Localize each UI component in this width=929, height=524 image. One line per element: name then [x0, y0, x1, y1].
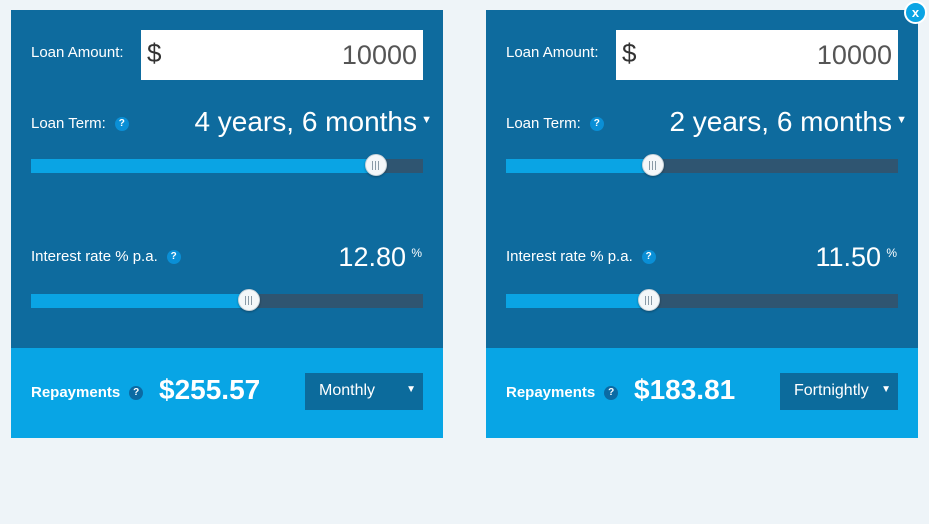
- loan-calculator-left: Loan Amount: $ Loan Term: ? 4 years, 6 m…: [11, 10, 443, 438]
- help-icon[interactable]: ?: [114, 116, 129, 131]
- loan-term-value[interactable]: 2 years, 6 months: [669, 106, 892, 138]
- help-icon[interactable]: ?: [166, 249, 181, 264]
- loan-term-slider-fill: [506, 159, 653, 173]
- loan-term-label: Loan Term: ?: [31, 115, 129, 132]
- loan-amount-input[interactable]: [171, 30, 417, 80]
- frequency-select[interactable]: Fortnightly ▼: [780, 373, 898, 410]
- help-icon[interactable]: ?: [589, 116, 604, 131]
- loan-term-slider-fill: [31, 159, 376, 173]
- loan-term-slider[interactable]: [506, 154, 898, 176]
- repayments-label: Repayments ?: [506, 384, 619, 401]
- loan-term-slider[interactable]: [31, 154, 423, 176]
- loan-amount-input[interactable]: [646, 30, 892, 80]
- loan-amount-label: Loan Amount:: [31, 44, 124, 61]
- close-button[interactable]: x: [904, 1, 927, 24]
- loan-term-slider-handle[interactable]: [642, 154, 664, 176]
- frequency-selected-value: Monthly: [319, 382, 376, 399]
- interest-rate-label: Interest rate % p.a. ?: [31, 248, 181, 265]
- loan-amount-label: Loan Amount:: [506, 44, 599, 61]
- interest-rate-label: Interest rate % p.a. ?: [506, 248, 656, 265]
- interest-rate-slider-handle[interactable]: [638, 289, 661, 311]
- interest-rate-slider[interactable]: [506, 289, 898, 311]
- repayments-label: Repayments ?: [31, 384, 144, 401]
- interest-rate-value: 12.80: [338, 242, 406, 272]
- frequency-select[interactable]: Monthly ▼: [305, 373, 423, 410]
- currency-symbol: $: [147, 38, 162, 68]
- help-icon[interactable]: ?: [129, 385, 144, 400]
- help-icon[interactable]: ?: [604, 385, 619, 400]
- interest-rate-slider[interactable]: [31, 289, 423, 311]
- caret-down-icon: ▼: [406, 384, 416, 395]
- repayment-amount: $183.81: [634, 374, 736, 405]
- caret-down-icon[interactable]: ▼: [896, 114, 907, 126]
- interest-rate-unit: %: [886, 246, 897, 260]
- frequency-selected-value: Fortnightly: [794, 382, 869, 399]
- loan-amount-field[interactable]: $: [141, 30, 423, 80]
- close-icon: x: [911, 5, 920, 20]
- interest-rate-unit: %: [411, 246, 422, 260]
- currency-symbol: $: [622, 38, 637, 68]
- loan-term-slider-handle[interactable]: [364, 154, 387, 176]
- repayments-footer: Repayments ? $255.57 Monthly ▼: [11, 348, 443, 438]
- loan-amount-field[interactable]: $: [616, 30, 898, 80]
- loan-term-label: Loan Term: ?: [506, 115, 604, 132]
- help-icon[interactable]: ?: [641, 249, 656, 264]
- interest-rate-slider-handle[interactable]: [237, 289, 260, 311]
- loan-term-value[interactable]: 4 years, 6 months: [194, 106, 417, 138]
- repayment-amount: $255.57: [159, 374, 261, 405]
- caret-down-icon[interactable]: ▼: [421, 114, 432, 126]
- repayments-footer: Repayments ? $183.81 Fortnightly ▼: [486, 348, 918, 438]
- interest-rate-slider-fill: [506, 294, 650, 308]
- interest-rate-slider-fill: [31, 294, 249, 308]
- loan-calculator-right: Loan Amount: $ Loan Term: ? 2 years, 6 m…: [486, 10, 918, 438]
- caret-down-icon: ▼: [881, 384, 891, 395]
- interest-rate-value: 11.50: [815, 242, 881, 272]
